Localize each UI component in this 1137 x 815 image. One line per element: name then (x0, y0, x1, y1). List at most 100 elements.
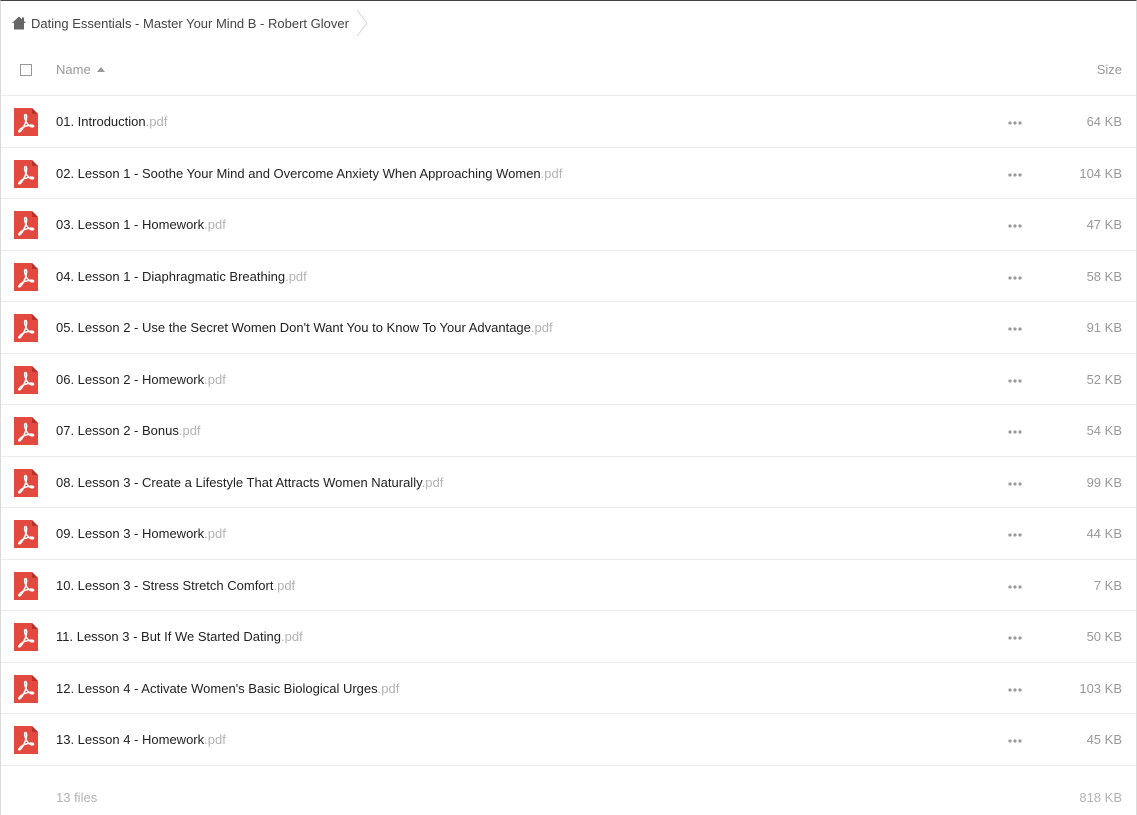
more-options-icon[interactable] (1007, 429, 1023, 435)
file-name[interactable]: 10. Lesson 3 - Stress Stretch Comfort.pd… (56, 578, 295, 593)
pdf-icon (14, 262, 38, 291)
file-extension: .pdf (204, 371, 226, 387)
file-extension: .pdf (204, 732, 226, 747)
file-list: 01. Introduction.pdf 64 KB 02. Lesson 1 - … (1, 96, 1136, 766)
file-basename: 08. Lesson 3 - Create a Lifestyle That A… (56, 474, 422, 490)
pdf-icon (14, 314, 38, 342)
file-extension: .pdf (178, 423, 201, 438)
file-size: 103 KB (1079, 680, 1122, 696)
file-browser: Dating Essentials - Master Your Mind B -… (0, 0, 1137, 815)
file-row[interactable]: 10. Lesson 3 - Stress Stretch Comfort.pd… (1, 560, 1136, 611)
more-options-icon[interactable] (1007, 687, 1023, 693)
file-row[interactable]: 01. Introduction.pdf 64 KB (1, 96, 1136, 148)
more-options-icon[interactable] (1007, 481, 1023, 487)
more-options-icon[interactable] (1007, 378, 1023, 384)
file-basename: 02. Lesson 1 - Soothe Your Mind and Over… (56, 165, 541, 181)
more-options-icon[interactable] (1007, 223, 1023, 229)
file-name[interactable]: 04. Lesson 1 - Diaphragmatic Breathing.p… (56, 269, 307, 284)
file-name[interactable]: 06. Lesson 2 - Homework.pdf (56, 372, 226, 387)
more-options-icon[interactable] (1007, 275, 1023, 281)
file-row[interactable]: 08. Lesson 3 - Create a Lifestyle That A… (1, 457, 1136, 508)
file-size: 64 KB (1086, 114, 1122, 129)
breadcrumb-current-folder[interactable]: Dating Essentials - Master Your Mind B -… (31, 16, 349, 31)
sort-by-name-button[interactable]: Name (56, 62, 105, 77)
file-name[interactable]: 03. Lesson 1 - Homework.pdf (56, 217, 226, 232)
pdf-icon (14, 520, 38, 548)
pdf-icon (14, 726, 38, 754)
file-extension: .pdf (530, 320, 553, 335)
file-size: 44 KB (1086, 526, 1122, 541)
pdf-icon (14, 623, 38, 651)
more-options-icon[interactable] (1007, 738, 1023, 744)
file-row[interactable]: 12. Lesson 4 - Activate Women's Basic Bi… (1, 663, 1136, 714)
select-all-checkbox[interactable] (20, 64, 32, 76)
file-basename: 09. Lesson 3 - Homework (56, 526, 205, 541)
file-basename: 06. Lesson 2 - Homework (56, 371, 205, 387)
file-basename: 01. Introduction (56, 114, 146, 129)
file-extension: .pdf (204, 526, 226, 541)
more-options-icon[interactable] (1007, 635, 1023, 641)
file-size: 58 KB (1086, 268, 1122, 284)
file-row[interactable]: 04. Lesson 1 - Diaphragmatic Breathing.p… (1, 251, 1136, 302)
size-column-label[interactable]: Size (1097, 62, 1122, 77)
file-basename: 03. Lesson 1 - Homework (56, 217, 205, 232)
file-row[interactable]: 02. Lesson 1 - Soothe Your Mind and Over… (1, 148, 1136, 199)
file-name[interactable]: 08. Lesson 3 - Create a Lifestyle That A… (56, 475, 443, 490)
file-basename: 12. Lesson 4 - Activate Women's Basic Bi… (56, 680, 378, 696)
more-options-icon[interactable] (1007, 120, 1023, 126)
pdf-icon (14, 365, 38, 394)
chevron-right-icon (356, 9, 368, 37)
file-size: 50 KB (1086, 629, 1122, 644)
file-basename: 07. Lesson 2 - Bonus (56, 423, 179, 438)
more-options-icon[interactable] (1007, 532, 1023, 538)
file-row[interactable]: 03. Lesson 1 - Homework.pdf 47 KB (1, 199, 1136, 251)
file-basename: 10. Lesson 3 - Stress Stretch Comfort (56, 577, 274, 593)
total-size: 818 KB (1079, 789, 1122, 805)
file-extension: .pdf (204, 217, 226, 232)
file-extension: .pdf (377, 680, 400, 696)
pdf-icon (14, 674, 38, 703)
pdf-icon (14, 108, 38, 136)
sort-ascending-icon (96, 66, 105, 72)
pdf-icon (14, 468, 38, 497)
home-icon[interactable] (11, 15, 27, 31)
file-row[interactable]: 09. Lesson 3 - Homework.pdf 44 KB (1, 508, 1136, 560)
file-row[interactable]: 05. Lesson 2 - Use the Secret Women Don'… (1, 302, 1136, 354)
file-extension: .pdf (273, 577, 296, 593)
list-footer: 13 files 818 KB (1, 766, 1136, 815)
file-row[interactable]: 13. Lesson 4 - Homework.pdf 45 KB (1, 714, 1136, 766)
file-size: 54 KB (1086, 423, 1122, 438)
file-name[interactable]: 01. Introduction.pdf (56, 114, 167, 129)
file-name[interactable]: 02. Lesson 1 - Soothe Your Mind and Over… (56, 166, 562, 181)
file-name[interactable]: 07. Lesson 2 - Bonus.pdf (56, 423, 201, 438)
file-name[interactable]: 11. Lesson 3 - But If We Started Dating.… (56, 629, 303, 644)
file-basename: 13. Lesson 4 - Homework (56, 732, 205, 747)
file-row[interactable]: 11. Lesson 3 - But If We Started Dating.… (1, 611, 1136, 663)
file-basename: 11. Lesson 3 - But If We Started Dating (56, 629, 281, 644)
more-options-icon[interactable] (1007, 584, 1023, 590)
file-size: 7 KB (1093, 577, 1122, 593)
pdf-icon (14, 159, 38, 188)
pdf-icon (14, 571, 38, 600)
pdf-icon (14, 211, 38, 239)
file-size: 47 KB (1086, 217, 1122, 232)
file-count: 13 files (56, 789, 98, 805)
pdf-icon (14, 417, 38, 445)
breadcrumb: Dating Essentials - Master Your Mind B -… (1, 1, 1136, 45)
file-name[interactable]: 09. Lesson 3 - Homework.pdf (56, 526, 226, 541)
file-extension: .pdf (421, 474, 444, 490)
file-size: 99 KB (1086, 474, 1122, 490)
file-row[interactable]: 06. Lesson 2 - Homework.pdf 52 KB (1, 354, 1136, 405)
file-name[interactable]: 05. Lesson 2 - Use the Secret Women Don'… (56, 320, 553, 335)
file-size: 52 KB (1086, 371, 1122, 387)
file-extension: .pdf (540, 165, 563, 181)
file-extension: .pdf (280, 629, 303, 644)
file-row[interactable]: 07. Lesson 2 - Bonus.pdf 54 KB (1, 405, 1136, 457)
name-column-label: Name (56, 62, 91, 77)
file-size: 45 KB (1086, 732, 1122, 747)
file-name[interactable]: 13. Lesson 4 - Homework.pdf (56, 732, 226, 747)
file-name[interactable]: 12. Lesson 4 - Activate Women's Basic Bi… (56, 681, 399, 696)
more-options-icon[interactable] (1007, 172, 1023, 178)
more-options-icon[interactable] (1007, 326, 1023, 332)
file-basename: 05. Lesson 2 - Use the Secret Women Don'… (56, 320, 531, 335)
